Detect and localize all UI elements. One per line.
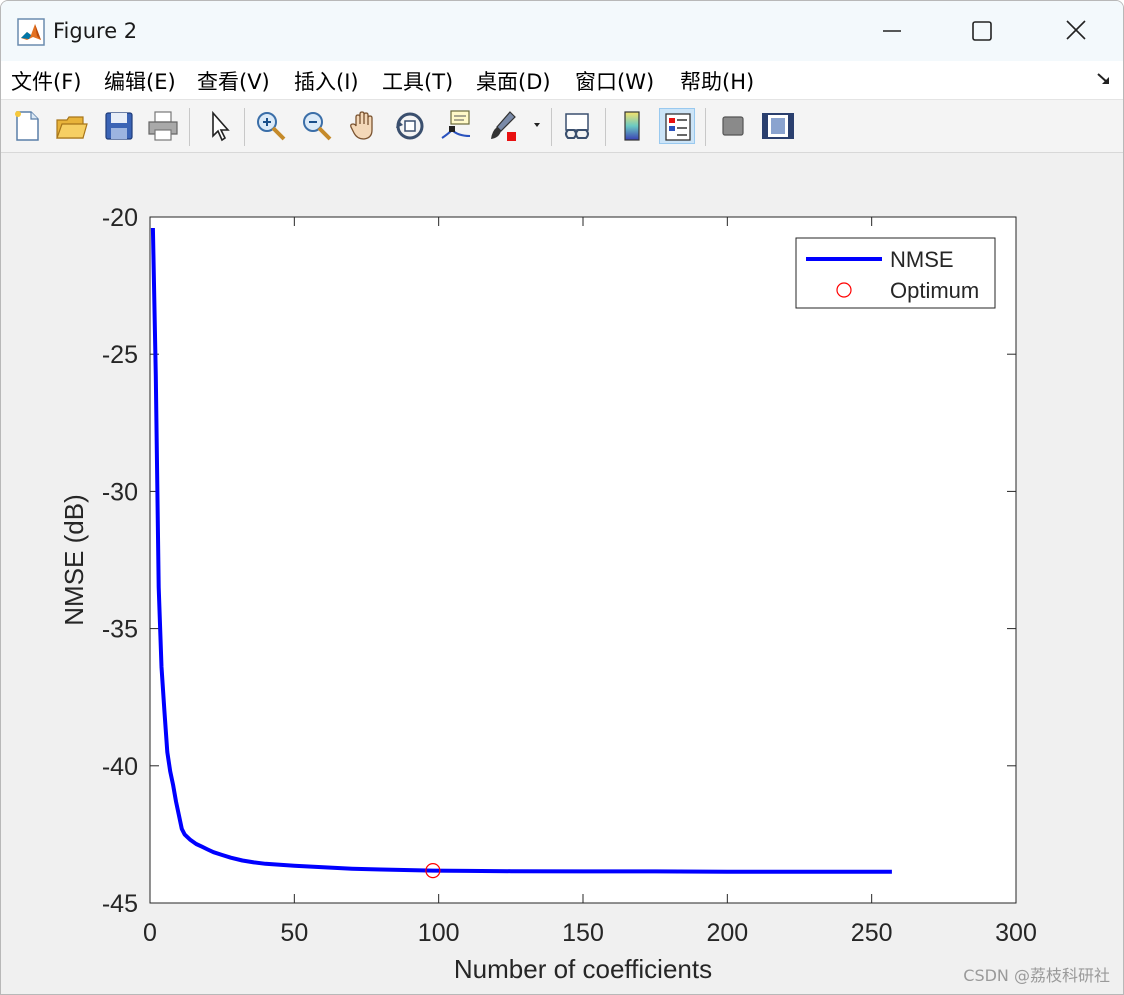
- x-axis-label: Number of coefficients: [454, 954, 712, 984]
- x-tick-label: 300: [995, 919, 1037, 947]
- x-tick-label: 0: [143, 919, 157, 947]
- data-cursor-button[interactable]: [438, 108, 474, 144]
- new-figure-button[interactable]: [9, 108, 45, 144]
- link-plot-icon: [565, 113, 589, 139]
- zoom-out-icon: [303, 112, 332, 141]
- toolbar-separator: [605, 108, 606, 146]
- figure-window: Figure 2 文件(F) 编辑(E) 查看(V) 插入(I) 工具(T) 桌…: [0, 0, 1124, 995]
- axes-box[interactable]: [149, 216, 1017, 904]
- colorbar-icon: [624, 111, 640, 141]
- hide-plot-tools-button[interactable]: [715, 108, 751, 144]
- menu-desktop[interactable]: 桌面(D): [476, 66, 551, 96]
- matlab-icon: [17, 18, 45, 46]
- plot-svg[interactable]: 0 50 100 150 200 250 300 -20 -25 -30 -35 -40 -45 Numb…: [1, 153, 1123, 994]
- x-tick-label: 250: [851, 919, 893, 947]
- legend-label-optimum: Optimum: [890, 278, 979, 303]
- pan-button[interactable]: [346, 108, 382, 144]
- y-tick-label: -30: [102, 478, 138, 506]
- brush-icon: [491, 111, 516, 141]
- print-icon: [148, 111, 178, 141]
- y-tick-label: -45: [102, 890, 138, 918]
- rotate-3d-button[interactable]: [392, 108, 428, 144]
- open-file-icon: [56, 116, 88, 139]
- y-tick-label: -25: [102, 341, 138, 369]
- show-plot-tools-icon: [762, 113, 794, 139]
- pointer-icon: [212, 110, 230, 142]
- toolbar: [1, 100, 1123, 153]
- rotate-3d-icon: [396, 112, 424, 140]
- watermark-text: CSDN @荔枝科研社: [963, 966, 1110, 985]
- close-button[interactable]: [1053, 9, 1099, 53]
- menu-help[interactable]: 帮助(H): [680, 66, 754, 96]
- y-tick-label: -20: [102, 204, 138, 232]
- legend-button[interactable]: [659, 108, 695, 144]
- y-axis-label: NMSE (dB): [59, 494, 89, 625]
- menu-edit[interactable]: 编辑(E): [104, 66, 176, 96]
- brush-dropdown-button[interactable]: [529, 108, 545, 144]
- menu-tools[interactable]: 工具(T): [382, 66, 453, 96]
- zoom-in-icon: [257, 112, 286, 141]
- toolbar-separator: [244, 108, 245, 146]
- menu-window[interactable]: 窗口(W): [575, 66, 654, 96]
- menu-view[interactable]: 查看(V): [197, 66, 270, 96]
- colorbar-button[interactable]: [614, 108, 650, 144]
- show-plot-tools-button[interactable]: [760, 108, 796, 144]
- toolbar-separator: [551, 108, 552, 146]
- print-button[interactable]: [145, 108, 181, 144]
- open-file-button[interactable]: [53, 108, 89, 144]
- x-tick-label: 200: [706, 919, 748, 947]
- pan-icon: [350, 111, 373, 140]
- legend-label-nmse: NMSE: [890, 247, 954, 272]
- x-tick-label: 50: [280, 919, 308, 947]
- maximize-icon: [972, 21, 992, 41]
- menu-file[interactable]: 文件(F): [11, 66, 81, 96]
- close-icon: [1066, 20, 1086, 40]
- link-plot-button[interactable]: [560, 108, 596, 144]
- y-tick-label: -35: [102, 616, 138, 644]
- y-tick-label: -40: [102, 753, 138, 781]
- figure-canvas[interactable]: 0 50 100 150 200 250 300 -20 -25 -30 -35 -40 -45 Numb…: [1, 153, 1123, 994]
- window-title: Figure 2: [53, 19, 138, 43]
- x-tick-label: 150: [562, 919, 604, 947]
- legend-icon: [665, 113, 691, 141]
- zoom-in-button[interactable]: [253, 108, 289, 144]
- x-tick-label: 100: [418, 919, 460, 947]
- menu-bar: 文件(F) 编辑(E) 查看(V) 插入(I) 工具(T) 桌面(D) 窗口(W…: [1, 61, 1123, 100]
- chevron-down-icon: [534, 123, 540, 127]
- toolbar-separator: [705, 108, 706, 146]
- new-figure-icon: [15, 111, 39, 141]
- minimize-button[interactable]: [869, 9, 915, 53]
- toolbar-separator: [189, 108, 190, 146]
- zoom-out-button[interactable]: [299, 108, 335, 144]
- brush-button[interactable]: [485, 108, 521, 144]
- menu-insert[interactable]: 插入(I): [294, 66, 359, 96]
- pointer-button[interactable]: [201, 108, 237, 144]
- maximize-button[interactable]: [959, 9, 1005, 53]
- minimize-icon: [883, 30, 901, 32]
- title-bar[interactable]: Figure 2: [1, 1, 1123, 61]
- data-cursor-icon: [441, 110, 471, 139]
- save-button[interactable]: [101, 108, 137, 144]
- hide-plot-tools-icon: [722, 116, 744, 136]
- save-icon: [105, 112, 133, 140]
- dock-arrow-icon[interactable]: [1095, 70, 1113, 88]
